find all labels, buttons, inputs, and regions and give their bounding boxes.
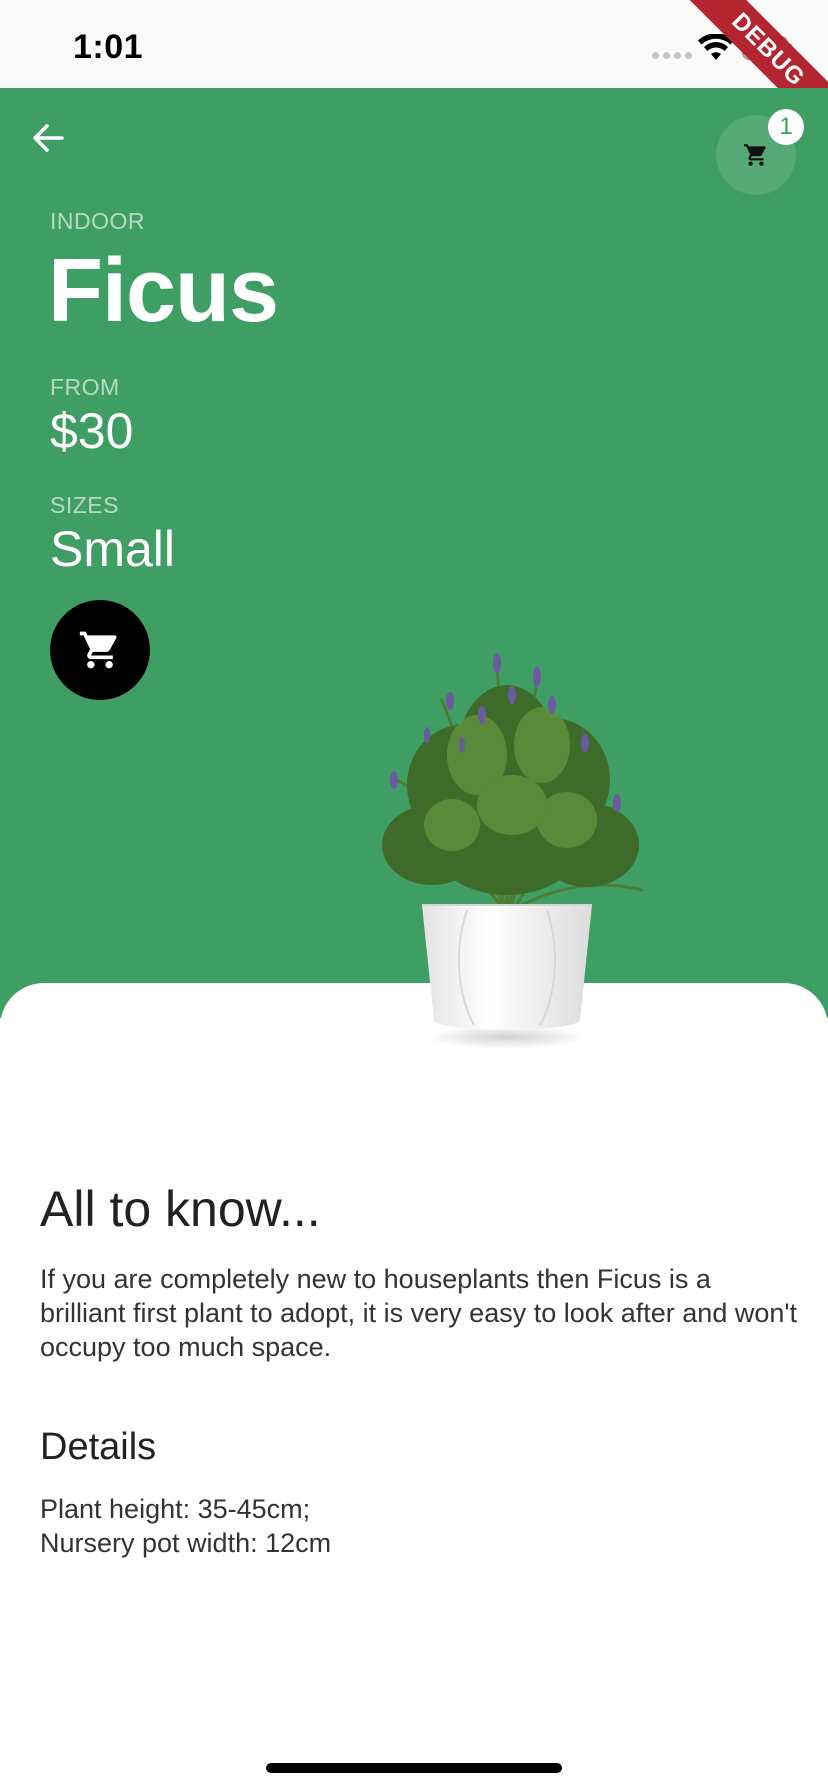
product-price: $30 [50, 403, 134, 459]
detail-plant-height: Plant height: 35-45cm; [40, 1494, 311, 1524]
plant-image [382, 653, 644, 1049]
about-description: If you are completely new to houseplants… [40, 1264, 798, 1362]
back-button[interactable] [24, 114, 72, 162]
signal-icon [652, 52, 692, 59]
about-title: All to know... [40, 1181, 321, 1237]
debug-banner: DEBUG [669, 0, 828, 88]
home-indicator[interactable] [266, 1763, 562, 1773]
status-time: 1:01 [73, 28, 144, 66]
size-label: SIZES [50, 492, 119, 518]
shopping-cart-icon [744, 144, 766, 166]
add-to-cart-button[interactable] [50, 600, 150, 700]
details-list: Plant height: 35-45cm; Nursery pot width… [40, 1492, 800, 1560]
product-category: INDOOR [50, 208, 145, 234]
status-bar: 1:01 DEBUG [0, 0, 828, 88]
details-title: Details [40, 1426, 157, 1468]
product-name: Ficus [48, 241, 279, 341]
cart-count-badge: 1 [768, 109, 804, 145]
shopping-cart-icon [79, 631, 117, 669]
detail-pot-width: Nursery pot width: 12cm [40, 1528, 332, 1558]
price-label: FROM [50, 374, 120, 400]
product-size[interactable]: Small [50, 520, 175, 578]
product-details-sheet [0, 983, 828, 1792]
arrow-left-icon [33, 124, 64, 152]
